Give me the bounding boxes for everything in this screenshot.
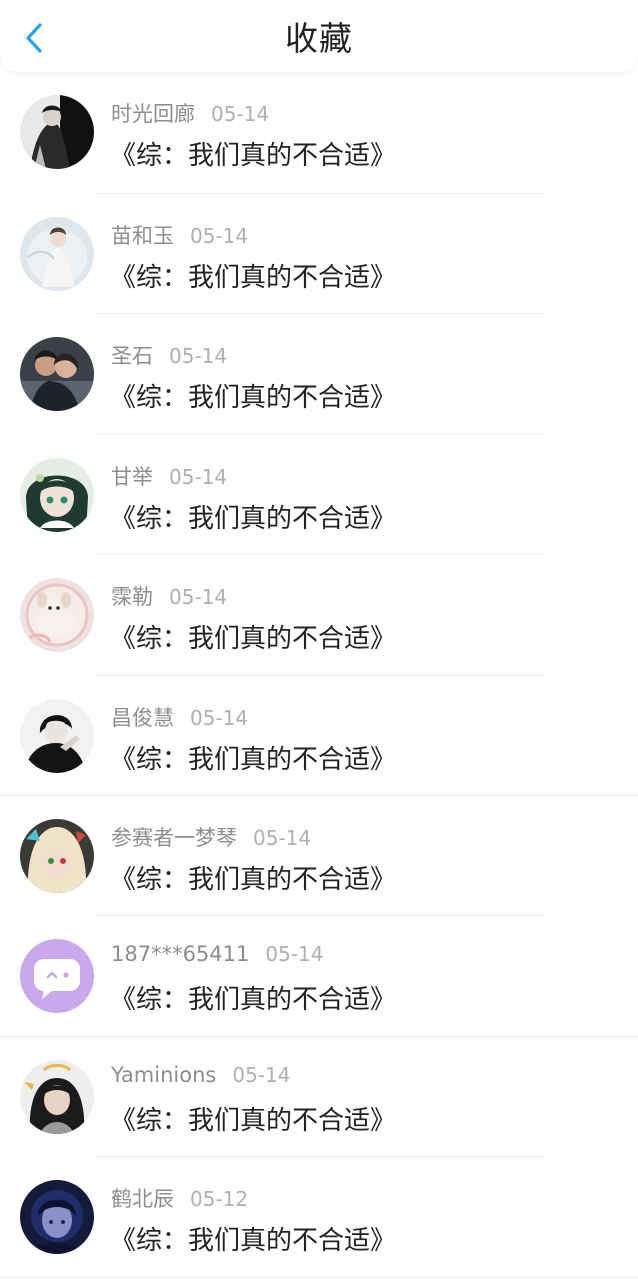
list-item[interactable]: 187***65411 05-14 《综：我们真的不合适》 <box>0 916 638 1037</box>
list-item[interactable]: Yaminions 05-14 《综：我们真的不合适》 <box>0 1037 638 1158</box>
book-title[interactable]: 《综：我们真的不合适》 <box>110 377 396 414</box>
list-item[interactable]: 鹤北辰 05-12 《综：我们真的不合适》 <box>0 1157 638 1278</box>
avatar[interactable] <box>20 818 94 893</box>
book-title[interactable]: 《综：我们真的不合适》 <box>110 1220 396 1257</box>
book-title[interactable]: 《综：我们真的不合适》 <box>110 739 396 776</box>
avatar[interactable] <box>20 217 94 291</box>
username: 苗和玉 <box>111 224 174 248</box>
item-meta: Yaminions 05-14 <box>111 1063 290 1087</box>
avatar[interactable] <box>20 457 94 532</box>
item-meta: 苗和玉 05-14 <box>111 220 248 250</box>
item-meta: 参赛者一梦琴 05-14 <box>111 822 311 852</box>
avatar[interactable] <box>20 939 94 1014</box>
list-item[interactable]: 圣石 05-14 《综：我们真的不合适》 <box>0 314 638 435</box>
username: 时光回廊 <box>111 102 195 126</box>
list-item[interactable]: 昌俊慧 05-14 《综：我们真的不合适》 <box>0 676 638 796</box>
item-meta: 圣石 05-14 <box>111 340 227 370</box>
avatar[interactable] <box>20 337 94 412</box>
header-bar: 收藏 <box>0 0 638 72</box>
username: 霂勒 <box>111 585 153 610</box>
book-title[interactable]: 《综：我们真的不合适》 <box>110 979 396 1016</box>
username: 圣石 <box>111 344 153 369</box>
item-meta: 昌俊慧 05-14 <box>111 702 248 732</box>
book-title[interactable]: 《综：我们真的不合适》 <box>110 1100 396 1137</box>
item-meta: 187***65411 05-14 <box>111 942 324 966</box>
book-title[interactable]: 《综：我们真的不合适》 <box>110 257 396 294</box>
list-item[interactable]: 霂勒 05-14 《综：我们真的不合适》 <box>0 555 638 676</box>
book-title[interactable]: 《综：我们真的不合适》 <box>110 859 396 896</box>
favorites-list: 时光回廊05-14 《综：我们真的不合适》 苗和玉05-14 《综：我们真的 <box>0 72 638 1278</box>
date: 05-14 <box>190 224 249 248</box>
date: 05-14 <box>211 102 270 126</box>
date: 05-14 <box>169 585 228 610</box>
date: 05-12 <box>190 1187 249 1212</box>
list-item[interactable]: 时光回廊 05-14 《综：我们真的不合适》 <box>0 72 638 194</box>
date: 05-14 <box>232 1062 291 1087</box>
favorites-screen: 收藏 时光回廊 05-14 《综：我们真的不合适》 苗和玉 05-14 《综：我… <box>0 0 638 1280</box>
item-meta: 甘举 05-14 <box>111 461 227 491</box>
list-item[interactable]: 甘举 05-14 《综：我们真的不合适》 <box>0 435 638 556</box>
date: 05-14 <box>169 464 228 489</box>
list-item[interactable]: 参赛者一梦琴 05-14 《综：我们真的不合适》 <box>0 796 638 917</box>
avatar[interactable] <box>20 95 94 169</box>
username: 甘举 <box>111 464 153 489</box>
avatar[interactable] <box>20 1180 94 1255</box>
date: 05-14 <box>253 825 312 850</box>
avatar[interactable] <box>20 698 94 773</box>
book-title[interactable]: 《综：我们真的不合适》 <box>110 498 396 535</box>
divider <box>0 1276 638 1278</box>
username: 鹤北辰 <box>111 1187 174 1212</box>
date: 05-14 <box>169 344 228 369</box>
username: 参赛者一梦琴 <box>111 825 237 850</box>
book-title[interactable]: 《综：我们真的不合适》 <box>110 135 396 172</box>
date: 05-14 <box>265 942 324 967</box>
avatar[interactable] <box>20 1059 94 1134</box>
username: 昌俊慧 <box>111 705 174 730</box>
item-meta: 霂勒 05-14 <box>111 581 227 611</box>
page-title: 收藏 <box>285 19 353 58</box>
username: 187***65411 <box>111 942 250 967</box>
book-title[interactable]: 《综：我们真的不合适》 <box>110 618 396 655</box>
list-item[interactable]: 苗和玉 05-14 《综：我们真的不合适》 <box>0 194 638 315</box>
date: 05-14 <box>190 705 249 730</box>
avatar[interactable] <box>20 578 94 653</box>
item-meta: 鹤北辰 05-12 <box>111 1183 248 1213</box>
item-meta: 时光回廊 05-14 <box>111 98 269 128</box>
username: Yaminions <box>111 1062 217 1087</box>
